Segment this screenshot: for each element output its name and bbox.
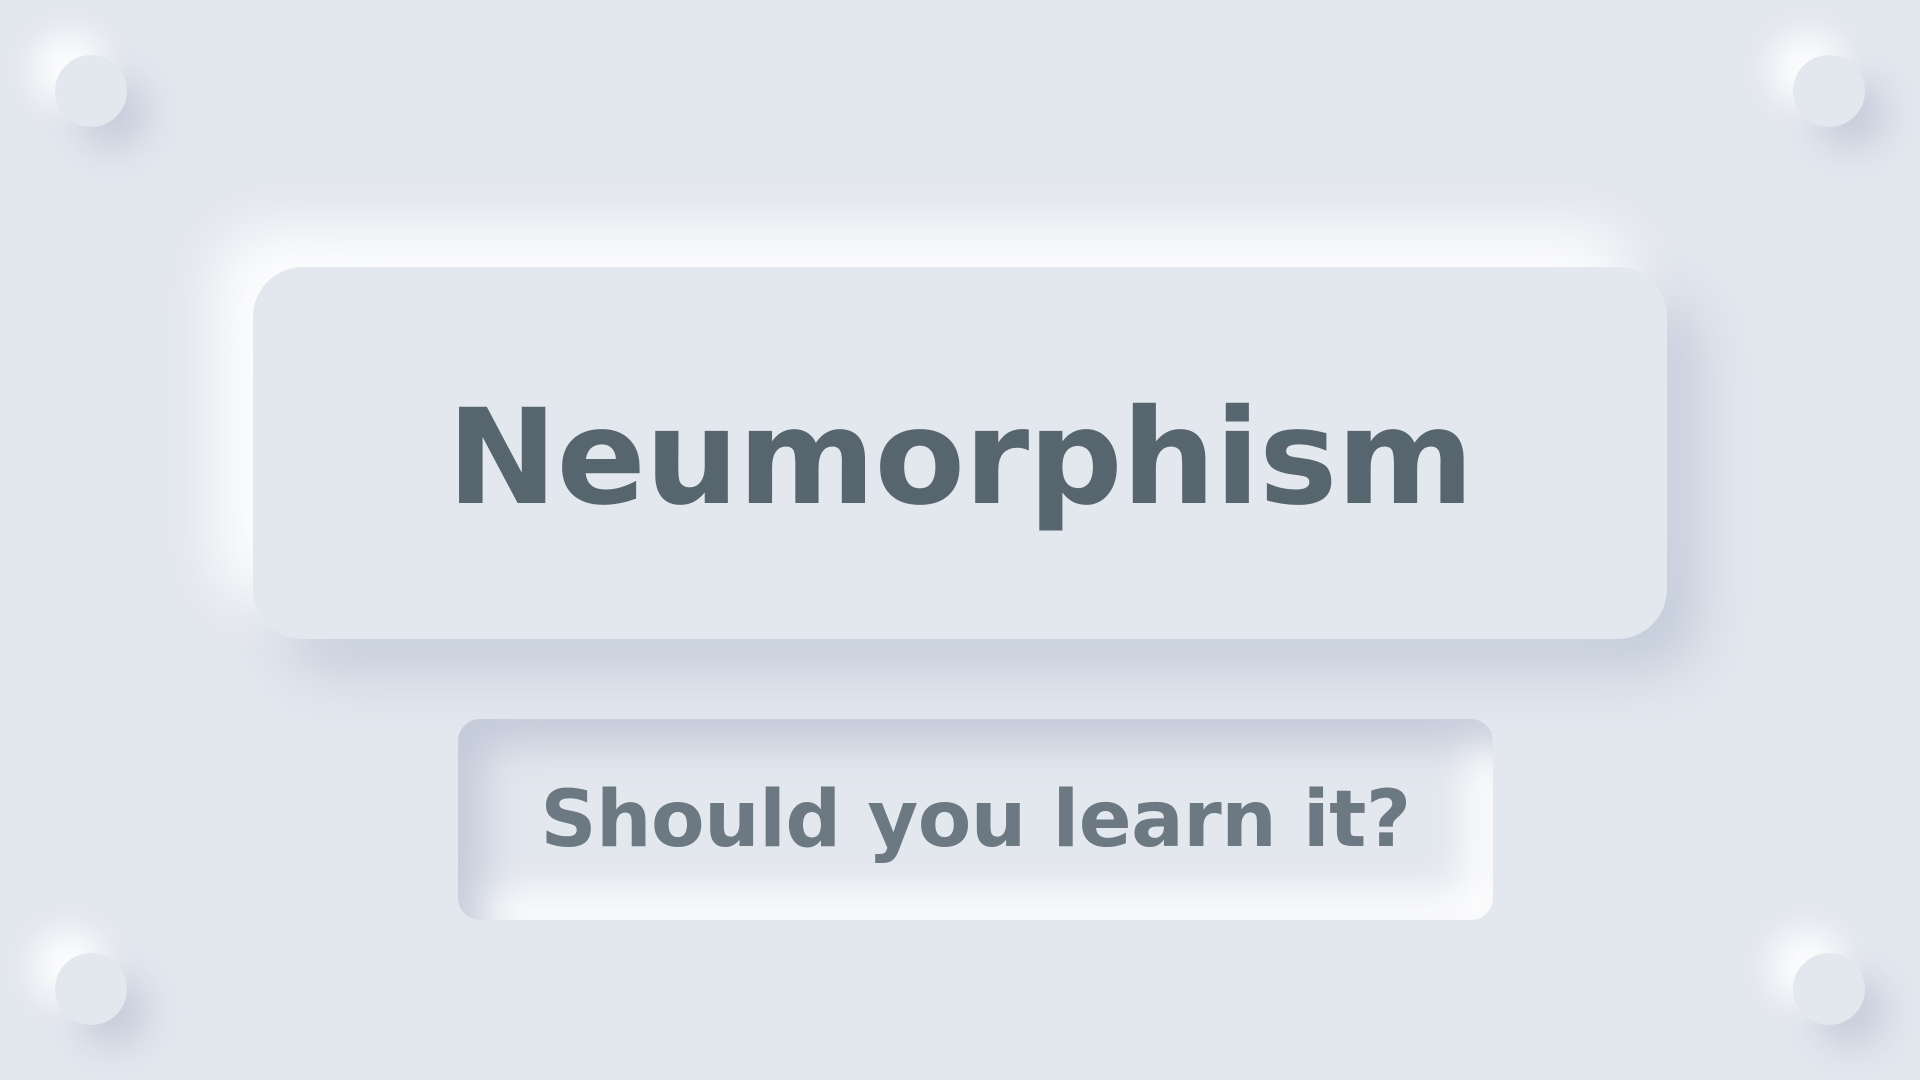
decorative-dot-bottom-left — [55, 953, 127, 1025]
decorative-dot-bottom-right — [1793, 953, 1865, 1025]
decorative-dot-top-right — [1793, 55, 1865, 127]
subtitle: Should you learn it? — [540, 774, 1411, 865]
decorative-dot-top-left — [55, 55, 127, 127]
subtitle-panel: Should you learn it? — [458, 719, 1493, 920]
thumbnail-canvas: Neumorphism Should you learn it? — [0, 0, 1920, 1080]
title-card: Neumorphism — [253, 267, 1667, 639]
title: Neumorphism — [446, 381, 1474, 535]
